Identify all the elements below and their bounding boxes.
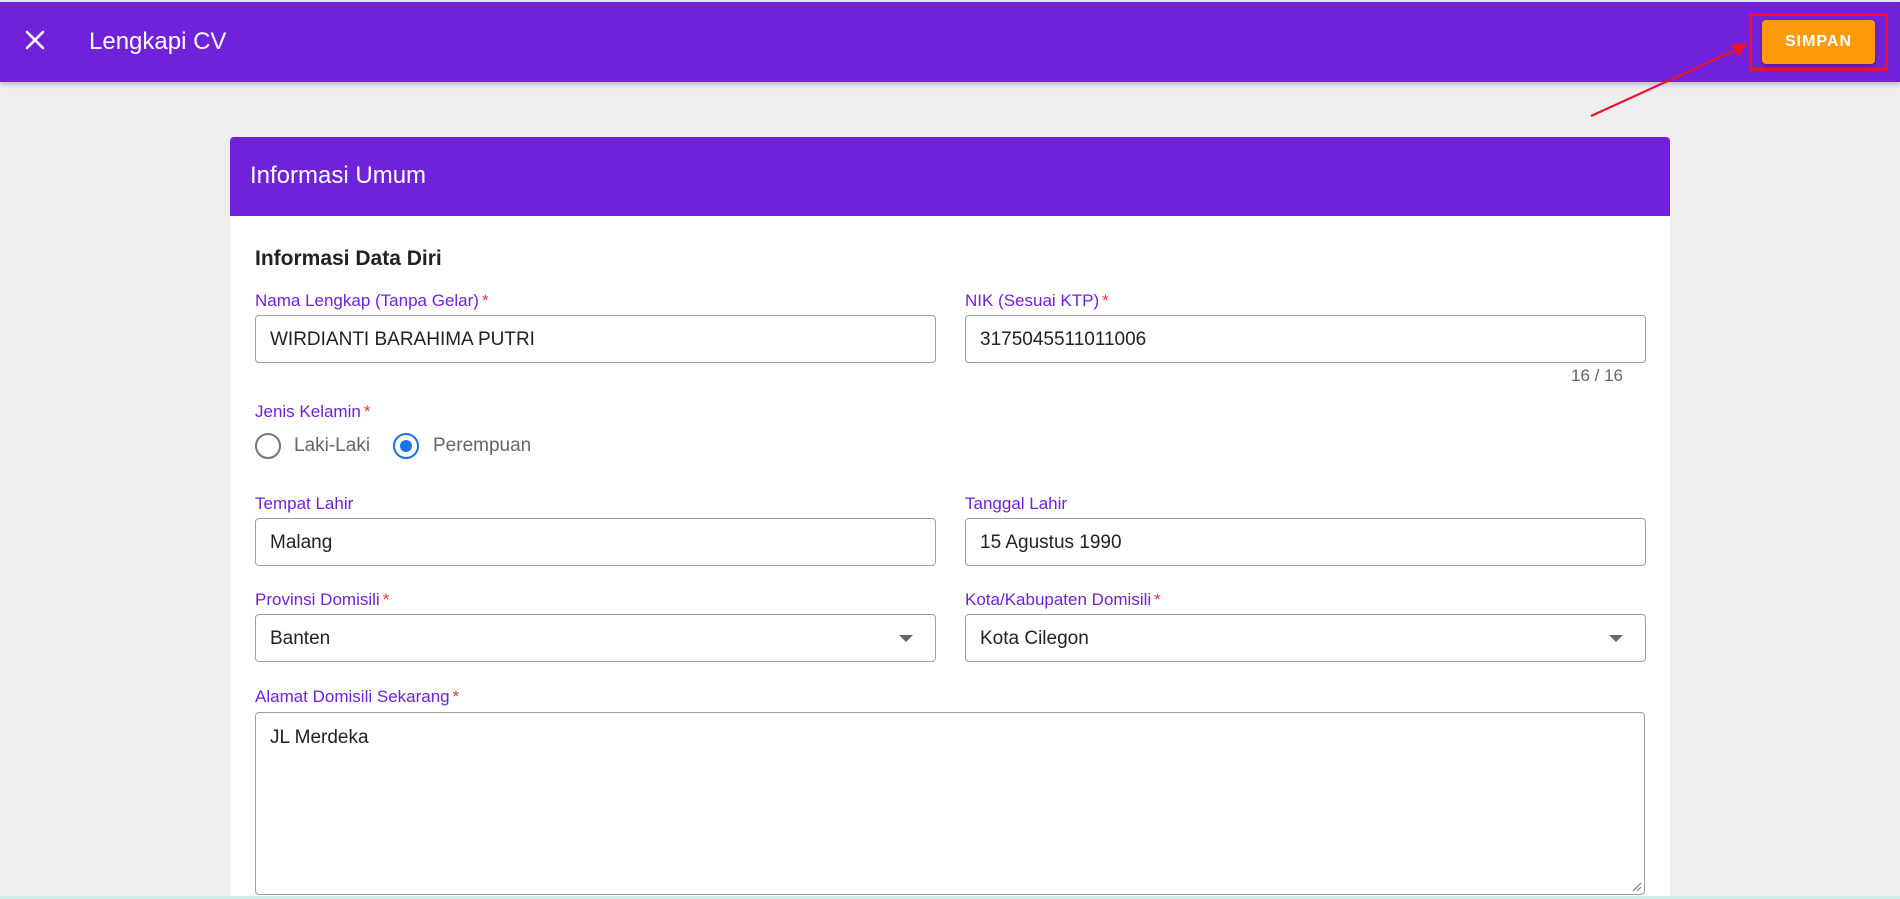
radio-laki-laki[interactable] bbox=[255, 433, 281, 459]
address-label: Alamat Domisili Sekarang * bbox=[255, 687, 459, 707]
birthplace-field[interactable]: Malang bbox=[255, 518, 936, 566]
address-value: JL Merdeka bbox=[270, 727, 369, 748]
chevron-down-icon[interactable] bbox=[899, 635, 913, 642]
city-value: Kota Cilegon bbox=[980, 628, 1089, 649]
full-name-value: WIRDIANTI BARAHIMA PUTRI bbox=[270, 329, 535, 350]
province-label-text: Provinsi Domisili bbox=[255, 590, 380, 609]
general-info-card: Informasi Umum Informasi Data Diri Nama … bbox=[230, 137, 1670, 899]
required-marker: * bbox=[382, 590, 390, 609]
nik-label-text: NIK (Sesuai KTP) bbox=[965, 291, 1100, 310]
close-icon bbox=[25, 30, 45, 50]
province-select[interactable]: Banten bbox=[255, 614, 936, 662]
chevron-down-icon[interactable] bbox=[1609, 635, 1623, 642]
required-marker: * bbox=[363, 402, 371, 421]
address-label-text: Alamat Domisili Sekarang bbox=[255, 687, 450, 706]
radio-perempuan-label[interactable]: Perempuan bbox=[433, 435, 531, 457]
gender-label: Jenis Kelamin * bbox=[255, 402, 370, 422]
radio-laki-laki-label[interactable]: Laki-Laki bbox=[294, 435, 370, 457]
required-marker: * bbox=[481, 291, 489, 310]
nik-label: NIK (Sesuai KTP) * bbox=[965, 291, 1109, 311]
page-title: Lengkapi CV bbox=[89, 28, 227, 55]
section-title: Informasi Data Diri bbox=[255, 247, 442, 270]
required-marker: * bbox=[452, 687, 460, 706]
required-marker: * bbox=[1102, 291, 1109, 310]
resize-handle-icon[interactable] bbox=[1630, 880, 1642, 892]
birthdate-label: Tanggal Lahir bbox=[965, 494, 1068, 513]
required-marker: * bbox=[1154, 590, 1161, 609]
birthdate-field[interactable]: 15 Agustus 1990 bbox=[965, 518, 1646, 566]
full-name-label: Nama Lengkap (Tanpa Gelar) * bbox=[255, 291, 489, 311]
city-select[interactable]: Kota Cilegon bbox=[965, 614, 1646, 662]
save-button[interactable]: SIMPAN bbox=[1762, 20, 1875, 64]
full-name-label-text: Nama Lengkap (Tanpa Gelar) bbox=[255, 291, 479, 310]
gender-label-text: Jenis Kelamin bbox=[255, 402, 361, 421]
close-button[interactable] bbox=[17, 22, 53, 58]
birthplace-label: Tempat Lahir bbox=[255, 494, 354, 513]
card-header: Informasi Umum bbox=[230, 137, 1670, 216]
city-label-text: Kota/Kabupaten Domisili bbox=[965, 590, 1152, 609]
annotation-arrow-icon bbox=[1590, 43, 1748, 118]
birthplace-value: Malang bbox=[270, 532, 333, 553]
card-title: Informasi Umum bbox=[250, 162, 427, 189]
province-label: Provinsi Domisili * bbox=[255, 590, 389, 610]
nik-value: 3175045511011006 bbox=[980, 329, 1147, 350]
province-value: Banten bbox=[270, 628, 331, 649]
address-textarea[interactable]: JL Merdeka bbox=[255, 712, 1645, 895]
birthdate-value: 15 Agustus 1990 bbox=[980, 532, 1122, 553]
radio-perempuan[interactable] bbox=[393, 433, 419, 459]
nik-character-counter: 16 / 16 bbox=[1571, 366, 1623, 385]
city-label: Kota/Kabupaten Domisili * bbox=[965, 590, 1161, 610]
nik-field[interactable]: 3175045511011006 bbox=[965, 315, 1646, 363]
full-name-field[interactable]: WIRDIANTI BARAHIMA PUTRI bbox=[255, 315, 936, 363]
